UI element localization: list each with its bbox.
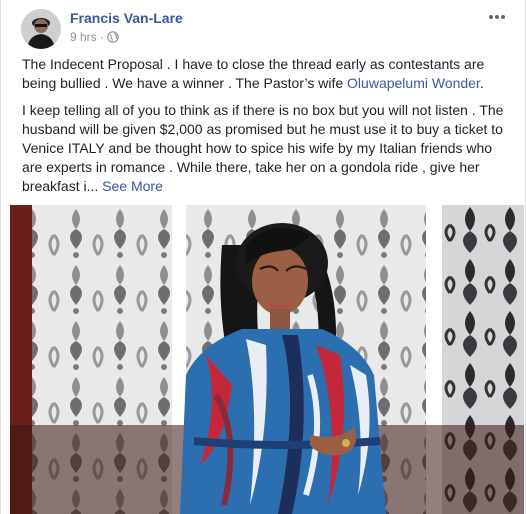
profile-photo xyxy=(21,9,61,49)
post-photo[interactable] xyxy=(10,205,524,514)
meta-separator: · xyxy=(99,30,104,44)
post-header: Francis Van-Lare 9 hrs · xyxy=(10,8,515,49)
post-card: Francis Van-Lare 9 hrs · The Indecent Pr… xyxy=(0,0,526,514)
avatar[interactable] xyxy=(21,9,61,49)
more-options-button[interactable] xyxy=(485,8,509,28)
post-timestamp[interactable]: 9 hrs xyxy=(70,30,97,44)
paragraph-2-text: I keep telling all of you to think as if… xyxy=(22,102,504,194)
see-more-link[interactable]: See More xyxy=(102,178,163,194)
post-paragraph-1: The Indecent Proposal . I have to close … xyxy=(22,55,506,93)
post-text: The Indecent Proposal . I have to close … xyxy=(22,55,506,204)
post-paragraph-2: I keep telling all of you to think as if… xyxy=(22,101,506,196)
author-name[interactable]: Francis Van-Lare xyxy=(70,10,183,26)
more-dots-icon xyxy=(489,15,505,19)
paragraph-1-end: . xyxy=(479,75,484,91)
mention-link[interactable]: Oluwapelumi Wonder xyxy=(347,75,480,91)
photo-illustration xyxy=(10,205,524,514)
globe-icon[interactable] xyxy=(106,31,119,43)
post-meta: 9 hrs · xyxy=(70,30,119,44)
